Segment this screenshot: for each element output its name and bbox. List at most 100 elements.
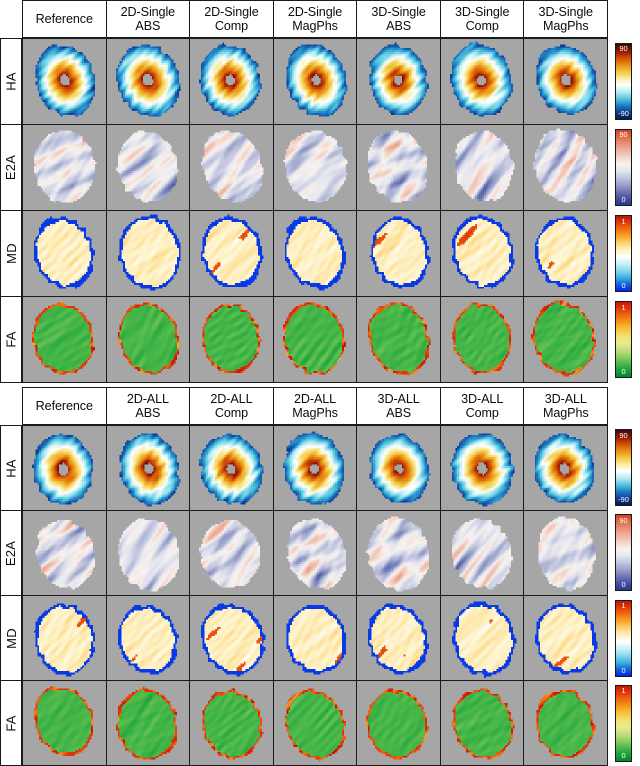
colorbar-e2a-min-2: 0 [616,581,631,589]
map-tile [22,426,107,510]
row-label-column-top: HA E2A MD FA [0,38,22,383]
colorbar-slot-md-2: 1 0 [608,596,640,681]
map-tile [524,297,609,382]
colorbar-fa: 1 0 [615,301,632,379]
map-tile [524,39,609,124]
colorbar-column-bottom: 90 -90 90 0 1 0 1 0 [608,425,640,766]
colorbar-column-top: 90 -90 90 0 1 0 1 0 [608,38,640,383]
column-header-3d-single-comp: 3D-Single Comp [441,1,525,37]
row-label-fa-text-2: FA [3,715,18,731]
colorbar-slot-ha: 90 -90 [608,38,640,124]
map-tile [357,596,441,680]
row-label-ha: HA [1,39,21,125]
map-tile [22,39,107,124]
tile-row-ha-2 [22,426,609,511]
tile-row-e2a [22,125,609,211]
image-grid-top: HA E2A MD FA 90 -90 90 0 1 0 1 0 [0,38,640,383]
map-tile [22,297,107,382]
row-label-fa: FA [1,297,21,383]
column-header-reference: Reference [23,1,107,37]
colorbar-e2a-max: 90 [616,131,631,139]
row-label-e2a: E2A [1,125,21,211]
map-tile [524,681,609,765]
colorbar-fa-max: 1 [616,303,631,311]
map-tile [273,426,358,510]
colorbar-ha-min: -90 [616,109,631,117]
column-header-row-top: Reference 2D-Single ABS 2D-Single Comp 2… [0,0,640,38]
row-label-md-text-2: MD [4,628,19,649]
map-tile [357,511,441,595]
map-tile [106,297,191,382]
colorbar-ha-min-2: -90 [616,496,631,504]
row-label-ha-text: HA [4,72,19,90]
tile-matrix-top [22,38,609,383]
map-tile [273,297,358,382]
map-tile [440,297,525,382]
colorbar-fa-min-2: 0 [616,752,631,760]
column-header-3d-all-abs: 3D-ALL ABS [357,388,441,424]
row-label-e2a-text-2: E2A [4,540,19,565]
row-label-md: MD [1,211,21,297]
map-tile [440,596,525,680]
map-tile [22,211,107,296]
header-corner-bottom [0,387,22,425]
map-tile [440,211,525,296]
column-header-2d-all-abs: 2D-ALL ABS [107,388,191,424]
colorbar-ha-max: 90 [616,45,631,53]
header-spacer-bottom [608,387,640,425]
map-tile [357,297,441,382]
map-tile [357,211,441,296]
map-tile [190,511,274,595]
tile-row-md-2 [22,596,609,681]
colorbar-md-min: 0 [616,282,631,290]
column-header-3d-single-magphs: 3D-Single MagPhs [524,1,609,37]
colorbar-md-2: 1 0 [615,599,632,677]
map-tile [22,681,107,765]
map-tile [524,596,609,680]
row-label-md-text: MD [4,243,19,264]
column-header-3d-all-comp: 3D-ALL Comp [441,388,525,424]
panel-all-slices: Reference 2D-ALL ABS 2D-ALL Comp 2D-ALL … [0,387,640,766]
map-tile [106,211,191,296]
colorbar-e2a-2: 90 0 [615,514,632,592]
colorbar-ha-max-2: 90 [616,431,631,439]
map-tile [106,125,191,210]
map-tile [357,681,441,765]
colorbar-slot-ha-2: 90 -90 [608,425,640,510]
colorbar-md-max-2: 1 [616,602,631,610]
map-tile [524,426,609,510]
column-header-3d-all-magphs: 3D-ALL MagPhs [524,388,609,424]
colorbar-ha-2: 90 -90 [615,429,632,507]
colorbar-slot-e2a: 90 0 [608,124,640,210]
map-tile [106,681,191,765]
map-tile [273,211,358,296]
colorbar-e2a: 90 0 [615,128,632,206]
map-tile [273,511,358,595]
column-header-2d-single-abs: 2D-Single ABS [107,1,191,37]
map-tile [106,596,191,680]
header-cells-bottom: Reference 2D-ALL ABS 2D-ALL Comp 2D-ALL … [22,387,609,425]
colorbar-md: 1 0 [615,215,632,293]
map-tile [106,426,191,510]
tile-row-fa-2 [22,681,609,766]
header-corner-top [0,0,22,38]
figure-root: Reference 2D-Single ABS 2D-Single Comp 2… [0,0,640,766]
map-tile [106,511,191,595]
header-cells-top: Reference 2D-Single ABS 2D-Single Comp 2… [22,0,609,38]
row-label-column-bottom: HA E2A MD FA [0,425,22,766]
map-tile [22,596,107,680]
row-label-ha-2: HA [1,426,21,511]
map-tile [190,211,274,296]
colorbar-md-max: 1 [616,217,631,225]
row-label-ha-text-2: HA [4,459,19,477]
tile-row-e2a-2 [22,511,609,596]
panel-single-slice: Reference 2D-Single ABS 2D-Single Comp 2… [0,0,640,383]
row-label-fa-2: FA [1,681,21,766]
colorbar-slot-e2a-2: 90 0 [608,510,640,595]
map-tile [440,125,525,210]
column-header-2d-all-comp: 2D-ALL Comp [190,388,274,424]
tile-row-ha [22,39,609,125]
tile-row-md [22,211,609,297]
map-tile [524,211,609,296]
map-tile [273,596,358,680]
